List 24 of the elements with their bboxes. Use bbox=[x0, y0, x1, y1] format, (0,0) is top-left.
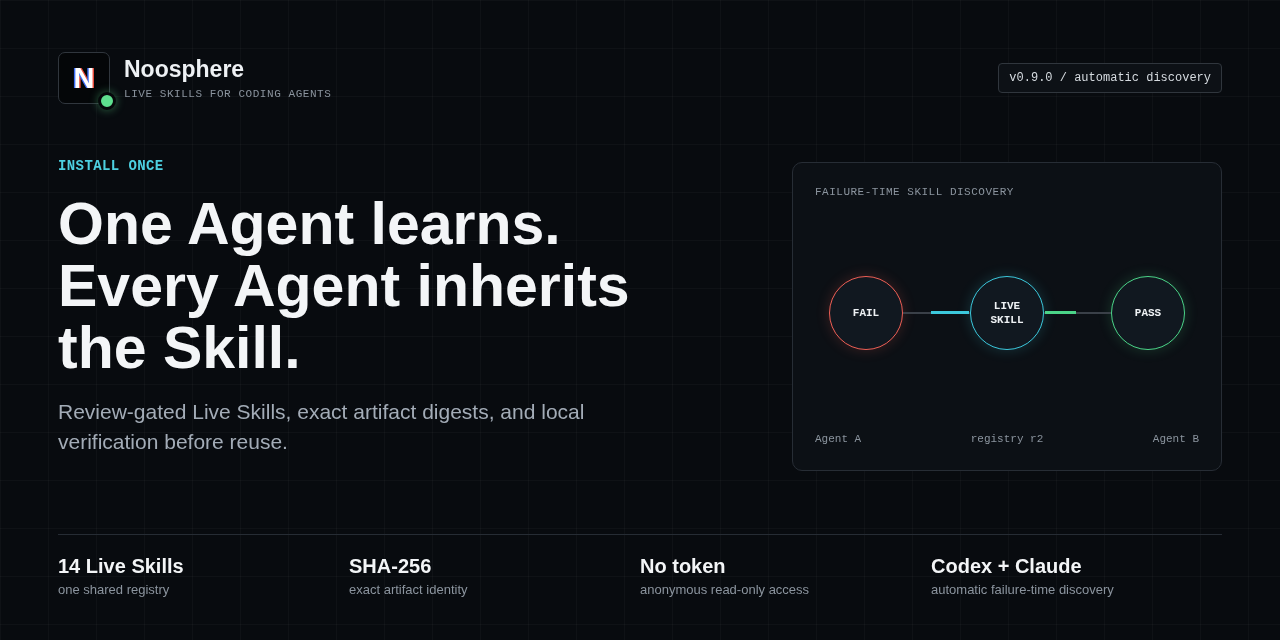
diagram-caption: registry r2 bbox=[970, 432, 1044, 447]
hero-headline: One Agent learns. Every Agent inherits the Skill. bbox=[58, 193, 631, 379]
diagram-title: FAILURE-TIME SKILL DISCOVERY bbox=[815, 185, 1014, 200]
logo-letter: N bbox=[73, 63, 95, 93]
stat-caption: automatic failure-time discovery bbox=[931, 581, 1114, 599]
hero-description: Review-gated Live Skills, exact artifact digests, and local verification before reuse. bbox=[58, 399, 586, 455]
diagram-caption: Agent A bbox=[815, 432, 862, 447]
stat-title: 14 Live Skills bbox=[58, 555, 184, 577]
stat-caption: anonymous read-only access bbox=[640, 581, 810, 599]
stat-title: Codex + Claude bbox=[931, 555, 1082, 577]
diagram-node: PASS bbox=[1111, 275, 1185, 350]
stat-title: SHA-256 bbox=[349, 555, 432, 577]
diagram-caption: Agent B bbox=[1152, 432, 1199, 447]
diagram-node: FAIL bbox=[829, 275, 903, 350]
signal-pulse bbox=[930, 310, 969, 314]
stat-caption: exact artifact identity bbox=[349, 581, 468, 599]
stat-title: No token bbox=[640, 555, 726, 577]
version-badge: v0.9.0 / automatic discovery bbox=[998, 63, 1222, 93]
diagram-node: LIVE SKILL bbox=[970, 275, 1044, 350]
brand-tagline: LIVE SKILLS FOR CODING AGENTS bbox=[124, 87, 332, 101]
stat-caption: one shared registry bbox=[58, 581, 170, 599]
eyebrow-label: INSTALL ONCE bbox=[58, 158, 164, 174]
signal-pulse bbox=[1045, 310, 1077, 314]
brand-name: Noosphere bbox=[124, 55, 246, 83]
